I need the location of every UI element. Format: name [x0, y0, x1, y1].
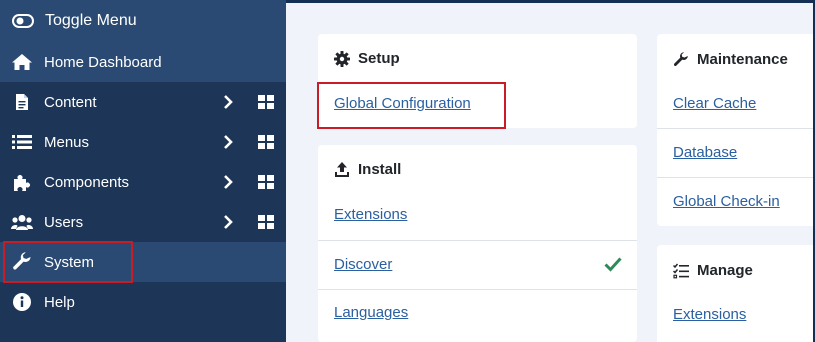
dashboard-grid-icon[interactable] [258, 95, 274, 109]
info-icon [11, 291, 33, 313]
chevron-right-icon[interactable] [223, 134, 235, 150]
wrench-icon [673, 51, 689, 68]
setup-card: Setup Global Configuration [318, 34, 637, 128]
card-title: Maintenance [673, 51, 788, 68]
wrench-icon [11, 251, 33, 273]
card-title: Manage [673, 262, 753, 279]
divider [657, 177, 813, 178]
dashboard-grid-icon[interactable] [258, 215, 274, 229]
toggle-icon [12, 10, 34, 32]
upload-icon [334, 161, 350, 178]
sidebar-item-content[interactable]: Content [0, 82, 286, 122]
sidebar-item-components[interactable]: Components [0, 162, 286, 202]
list-icon [11, 131, 33, 153]
divider [657, 128, 813, 129]
dashboard-grid-icon[interactable] [258, 135, 274, 149]
sidebar-item-label: Content [44, 93, 97, 111]
check-icon [604, 256, 622, 272]
global-configuration-link[interactable]: Global Configuration [334, 95, 471, 112]
dashboard-grid-icon[interactable] [258, 175, 274, 189]
sidebar-item-label: Home Dashboard [44, 53, 162, 71]
checklist-icon [673, 263, 689, 279]
install-card: Install Extensions Discover Languages [318, 145, 637, 342]
divider [318, 289, 637, 290]
database-link[interactable]: Database [673, 144, 737, 161]
discover-link[interactable]: Discover [334, 256, 392, 273]
home-icon [11, 51, 33, 73]
install-title: Install [358, 161, 402, 178]
puzzle-icon [11, 171, 33, 193]
toggle-menu-label: Toggle Menu [45, 12, 137, 29]
sidebar-item-label: System [44, 253, 95, 271]
clear-cache-link[interactable]: Clear Cache [673, 95, 756, 112]
card-title: Install [334, 161, 401, 178]
sidebar-item-label: Help [44, 293, 75, 311]
file-icon [11, 91, 33, 113]
maintenance-title: Maintenance [697, 51, 788, 68]
global-check-in-link[interactable]: Global Check-in [673, 193, 780, 210]
maintenance-card: Maintenance Clear Cache Database Global … [657, 34, 813, 226]
extensions-link[interactable]: Extensions [334, 206, 407, 223]
users-icon [11, 211, 33, 233]
gear-icon [334, 50, 350, 67]
sidebar-item-menus[interactable]: Menus [0, 122, 286, 162]
sidebar-item-home-dashboard[interactable]: Home Dashboard [0, 42, 286, 82]
sidebar-item-help[interactable]: Help [0, 282, 286, 322]
manage-title: Manage [697, 262, 753, 279]
languages-link[interactable]: Languages [334, 304, 408, 321]
divider [318, 240, 637, 241]
sidebar-item-users[interactable]: Users [0, 202, 286, 242]
toggle-menu-button[interactable]: Toggle Menu [0, 0, 286, 42]
sidebar-item-label: Menus [44, 133, 90, 151]
setup-title: Setup [358, 50, 400, 67]
sidebar-item-label: Components [44, 173, 130, 191]
chevron-right-icon[interactable] [223, 94, 235, 110]
manage-extensions-link[interactable]: Extensions [673, 306, 746, 323]
sidebar-item-system[interactable]: System [0, 242, 286, 282]
sidebar: Toggle Menu Home Dashboard Content Menus [0, 0, 286, 342]
card-title: Setup [334, 50, 400, 67]
sidebar-item-label: Users [44, 213, 84, 231]
manage-card: Manage Extensions [657, 245, 813, 342]
chevron-right-icon[interactable] [223, 214, 235, 230]
chevron-right-icon[interactable] [223, 174, 235, 190]
